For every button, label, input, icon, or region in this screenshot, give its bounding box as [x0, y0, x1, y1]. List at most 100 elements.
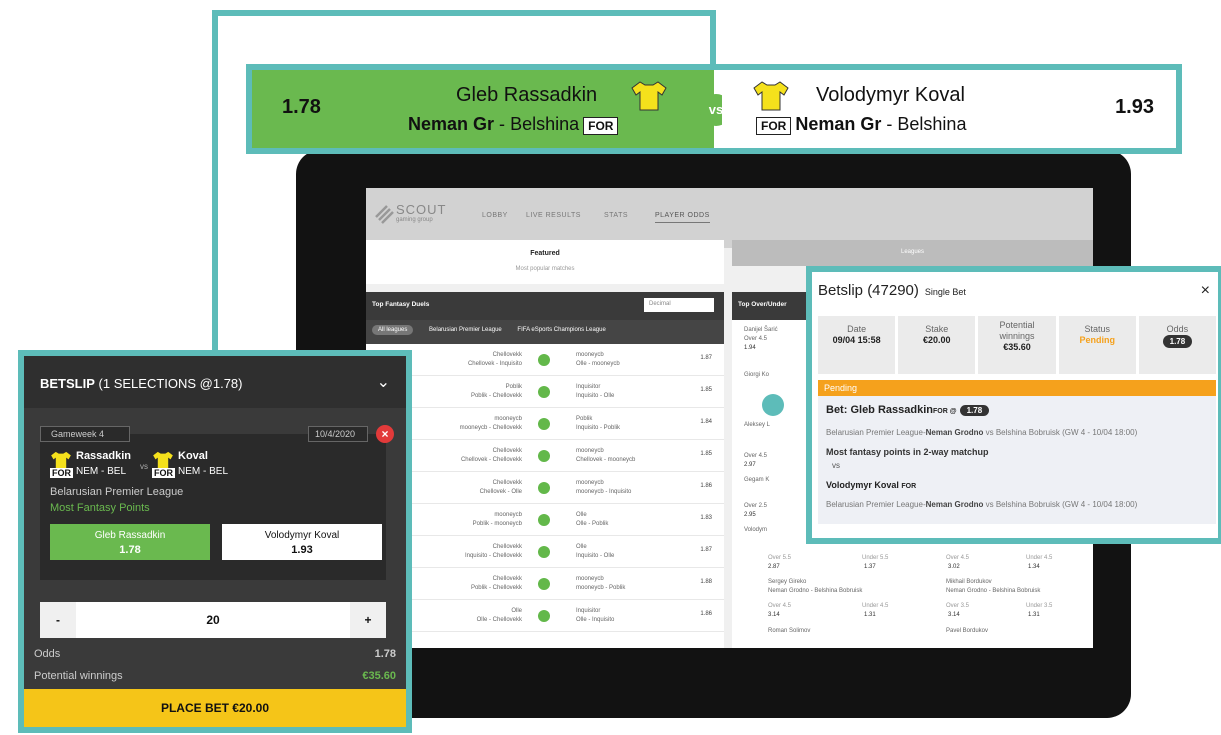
duel-row[interactable]: mooneycb mooneycb - Chellovekk Poblik Inqui… [366, 408, 724, 440]
nav-lobby[interactable]: LOBBY [482, 212, 508, 219]
stake-input[interactable]: 20 [76, 602, 350, 638]
duel-left[interactable]: Chellovekk Poblik - Chellovekk [471, 575, 522, 593]
nav-live-results[interactable]: LIVE RESULTS [526, 212, 581, 219]
duel-odds[interactable]: 1.83 [700, 515, 712, 521]
duel-right[interactable]: Olle Inquisito - Olle [576, 543, 614, 561]
vs-icon [538, 578, 550, 590]
p2-match: NEM - BEL [178, 466, 229, 477]
tab-leagues[interactable]: Leagues [732, 240, 1093, 266]
duel-odds[interactable]: 1.86 [700, 611, 712, 617]
duel-left[interactable]: mooneycb mooneycb - Chellovekk [460, 415, 522, 433]
p1-name: Rassadkin [76, 450, 132, 462]
p1-position: FOR [50, 468, 73, 478]
tab-featured[interactable]: Featured Most popular matches [366, 240, 724, 284]
right-position-badge: FOR [756, 117, 792, 135]
chevron-down-icon[interactable]: ⌄ [377, 372, 390, 392]
winnings-row: Potential winnings €35.60 [34, 670, 396, 682]
league-filter-all[interactable]: All leagues [372, 325, 414, 335]
nav-stats[interactable]: STATS [604, 212, 628, 219]
remove-selection-button[interactable]: × [376, 425, 394, 443]
increase-stake-button[interactable]: + [350, 602, 386, 638]
duel-left[interactable]: Olle Olle - Chellovekk [477, 607, 522, 625]
ou-player: Giorgi Ko [744, 372, 770, 378]
duel-row[interactable]: Chellovekk Chellovek - Chellovekk mooneycb… [366, 440, 724, 472]
selection-card: Gameweek 4 10/4/2020 × Rassadkin FOR NEM… [40, 425, 394, 580]
pick-right-button[interactable]: Volodymyr Koval 1.93 [222, 524, 382, 560]
duel-left[interactable]: mooneycb Poblik - mooneycb [473, 511, 522, 529]
duel-odds[interactable]: 1.85 [700, 387, 712, 393]
duel-left[interactable]: Chellovekk Chellovek - Chellovekk [461, 447, 522, 465]
fantasy-duels-panel: Top Fantasy Duels Decimal All leagues Bel… [366, 292, 724, 648]
ou-player: Aleksey L [744, 422, 771, 428]
p1-match: NEM - BEL [76, 466, 127, 477]
league-filter: All leagues Belarusian Premier League FI… [366, 320, 724, 344]
decrease-stake-button[interactable]: - [40, 602, 76, 638]
duel-row[interactable]: Poblik Poblik - Chellovekk Inquisitor Inqui… [366, 376, 724, 408]
odds-format-select[interactable]: Decimal [644, 298, 714, 312]
duel-row[interactable]: Chellovekk Poblik - Chellovekk mooneycb moo… [366, 568, 724, 600]
duel-row[interactable]: Chellovekk Chellovek - Olle mooneycb mooney… [366, 472, 724, 504]
duel-pick-right[interactable]: Volodymyr Koval FOR Neman Gr - Belshina 1… [722, 70, 1176, 148]
left-team: Neman Gr [408, 114, 495, 134]
duel-right[interactable]: mooneycb Chellovek - mooneycb [576, 447, 635, 465]
left-odds: 1.78 [282, 96, 321, 118]
vs-icon [538, 514, 550, 526]
league-filter-fifa[interactable]: FIFA eSports Champions League [517, 327, 605, 333]
p2-name: Koval [178, 450, 208, 462]
duel-right[interactable]: mooneycb mooneycb - Poblik [576, 575, 625, 593]
right-team: Neman Gr [795, 114, 882, 134]
ou-player: Gegam K [744, 477, 770, 483]
nav-player-odds[interactable]: PLAYER ODDS [655, 212, 710, 223]
vs-icon [538, 610, 550, 622]
betslip-detail-panel: Betslip (47290) Single Bet × Date 09/04 15… [806, 266, 1221, 544]
right-player-name: Volodymyr Koval [816, 84, 965, 106]
duel-right[interactable]: Inquisitor Inquisito - Olle [576, 383, 614, 401]
duel-pick-left[interactable]: 1.78 Gleb Rassadkin Neman Gr - Belshina F… [252, 70, 714, 148]
duel-left[interactable]: Chellovekk Chellovek - Inquisito [468, 351, 522, 369]
vs-icon [538, 482, 550, 494]
odds-row: Odds 1.78 [34, 648, 396, 660]
pick-left-button[interactable]: Gleb Rassadkin 1.78 [50, 524, 210, 560]
betslip-panel: BETSLIP (1 SELECTIONS @1.78) ⌄ Gameweek 4… [18, 350, 412, 733]
duel-row[interactable]: Chellovekk Chellovek - Inquisito mooneycb O… [366, 344, 724, 376]
duel-odds[interactable]: 1.85 [700, 451, 712, 457]
duel-odds[interactable]: 1.86 [700, 483, 712, 489]
duel-row[interactable]: Chellovekk Inquisito - Chellovekk Olle Inqu… [366, 536, 724, 568]
left-opponent: Belshina [510, 114, 580, 134]
duel-right[interactable]: mooneycb Olle - mooneycb [576, 351, 620, 369]
ou-player: Volodym [744, 527, 768, 533]
right-odds: 1.93 [1115, 96, 1154, 118]
duel-left[interactable]: Chellovekk Chellovek - Olle [480, 479, 522, 497]
pending-bar: Pending [818, 380, 1216, 396]
league-name: Belarusian Premier League [50, 486, 184, 498]
vs-icon [538, 418, 550, 430]
featured-duel-bar: 1.78 Gleb Rassadkin Neman Gr - Belshina F… [246, 64, 1182, 154]
duel-left[interactable]: Poblik Poblik - Chellovekk [471, 383, 522, 401]
logo-icon [375, 205, 394, 224]
betslip-detail-title: Betslip (47290) Single Bet [818, 282, 966, 299]
site-nav: SCOUT gaming group LOBBY LIVE RESULTS STA… [366, 188, 1093, 248]
duel-odds[interactable]: 1.87 [700, 355, 712, 361]
duel-right[interactable]: mooneycb mooneycb - Inquisito [576, 479, 631, 497]
gameweek-label: Gameweek 4 [40, 426, 130, 442]
duel-right[interactable]: Olle Olle - Poblik [576, 511, 608, 529]
duel-odds[interactable]: 1.84 [700, 419, 712, 425]
duel-row[interactable]: Olle Olle - Chellovekk Inquisitor Olle - In… [366, 600, 724, 632]
close-icon[interactable]: × [1201, 282, 1210, 300]
bet-details: Bet: Gleb RassadkinFOR @ 1.78 Belarusian… [818, 396, 1216, 524]
duel-right[interactable]: Inquisitor Olle - Inquisito [576, 607, 614, 625]
vs-icon [538, 354, 550, 366]
duel-right[interactable]: Poblik Inquisito - Poblik [576, 415, 620, 433]
duel-odds[interactable]: 1.88 [700, 579, 712, 585]
market-name: Most Fantasy Points [50, 502, 150, 514]
duel-row[interactable]: mooneycb Poblik - mooneycb Olle Olle - Pobl… [366, 504, 724, 536]
betslip-header[interactable]: BETSLIP (1 SELECTIONS @1.78) ⌄ [24, 356, 406, 408]
jersey-icon [753, 81, 789, 111]
league-filter-belarus[interactable]: Belarusian Premier League [429, 327, 502, 333]
duel-odds[interactable]: 1.87 [700, 547, 712, 553]
place-bet-button[interactable]: PLACE BET €20.00 [24, 689, 406, 727]
connector-dot [762, 394, 784, 416]
left-position-badge: FOR [583, 117, 619, 135]
duel-left[interactable]: Chellovekk Inquisito - Chellovekk [465, 543, 522, 561]
duels-title: Top Fantasy Duels [372, 301, 430, 308]
